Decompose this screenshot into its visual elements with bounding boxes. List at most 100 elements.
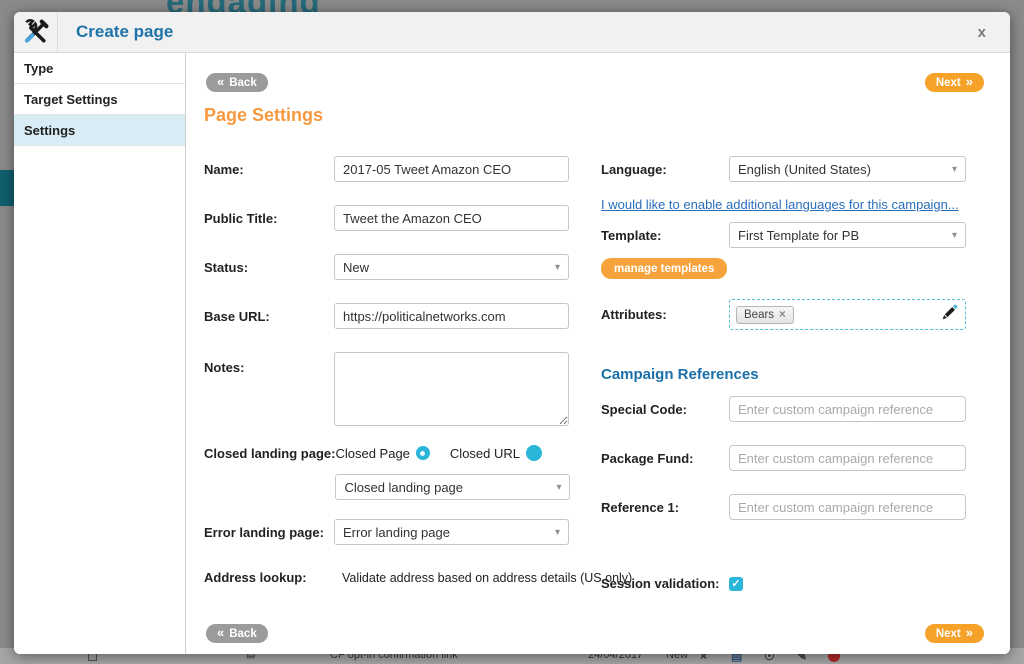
next-button-bottom[interactable]: Next » [925,624,984,643]
settings-panel: « Back Next » Page Settings Name: [186,53,1010,654]
error-landing-row: Error landing page: Error landing page ▾ [204,519,599,545]
chevron-right-icon: » [966,626,973,639]
right-form-column: Language: English (United States) ▾ I wo… [601,156,986,591]
campaign-references-heading: Campaign References [601,366,759,383]
chevron-left-icon: « [217,626,224,639]
special-code-row: Special Code: [601,396,986,422]
attributes-editor[interactable]: Bears × [729,299,966,330]
attributes-row: Attributes: Bears × [601,299,986,330]
package-fund-row: Package Fund: [601,445,986,471]
additional-languages-row: I would like to enable additional langua… [601,196,986,214]
dropdown-arrow-icon: ▾ [952,164,957,175]
status-row: Status: New ▾ [204,254,599,280]
left-form-column: Name: Public Title: Status: New ▾ [204,156,599,585]
back-button-top[interactable]: « Back [206,73,268,92]
template-row: Template: First Template for PB ▾ [601,222,986,248]
dropdown-arrow-icon: ▾ [555,527,560,538]
package-fund-input[interactable] [729,445,966,471]
reference-1-input[interactable] [729,494,966,520]
closed-page-option-label: Closed Page [335,446,409,461]
notes-label: Notes: [204,352,334,375]
status-select-value: New [343,260,369,275]
template-select[interactable]: First Template for PB ▾ [729,222,966,248]
closed-url-radio[interactable] [526,445,542,461]
template-label: Template: [601,228,729,243]
session-validation-checkbox[interactable] [729,577,743,591]
address-lookup-checkbox-label: Validate address based on address detail… [342,571,632,585]
manage-templates-button[interactable]: manage templates [601,258,727,279]
next-button-top[interactable]: Next » [925,73,984,92]
closed-landing-options: Closed Page Closed URL [335,444,570,462]
chevron-right-icon: » [966,75,973,88]
reference-1-label: Reference 1: [601,500,729,515]
pencil-icon[interactable] [940,303,959,327]
error-landing-label: Error landing page: [204,525,334,540]
attribute-tag-label: Bears [744,309,774,321]
language-select-value: English (United States) [738,162,871,177]
language-row: Language: English (United States) ▾ [601,156,986,182]
closed-landing-controls: Closed Page Closed URL Closed landing pa… [335,444,570,500]
attributes-label: Attributes: [601,307,729,322]
sidebar-item-target-settings[interactable]: Target Settings [14,84,185,115]
sidebar-item-type[interactable]: Type [14,53,185,84]
create-page-dialog: Create page x Type Target Settings Setti… [14,12,1010,654]
closed-landing-select-value: Closed landing page [344,480,463,495]
back-label: Back [229,628,257,640]
reference-1-row: Reference 1: [601,494,986,520]
status-label: Status: [204,260,334,275]
notes-textarea[interactable] [334,352,569,426]
dropdown-arrow-icon: ▾ [952,230,957,241]
closed-landing-row: Closed landing page: Closed Page Closed … [204,444,599,500]
base-url-input[interactable] [334,303,569,329]
next-label: Next [936,77,961,89]
session-validation-row: Session validation: [601,576,986,591]
sidebar-item-settings[interactable]: Settings [14,115,185,146]
background-teal-tab [0,170,14,206]
base-url-row: Base URL: [204,303,599,329]
name-input[interactable] [334,156,569,182]
session-validation-label: Session validation: [601,576,729,591]
name-label: Name: [204,162,334,177]
name-row: Name: [204,156,599,182]
base-url-label: Base URL: [204,309,334,324]
attribute-tag: Bears × [736,306,794,324]
address-lookup-label: Address lookup: [204,570,334,585]
next-label: Next [936,628,961,640]
dialog-title: Create page [58,22,173,42]
notes-row: Notes: [204,352,599,426]
closed-landing-label: Closed landing page: [204,444,335,461]
error-landing-select[interactable]: Error landing page ▾ [334,519,569,545]
special-code-input[interactable] [729,396,966,422]
special-code-label: Special Code: [601,402,729,417]
remove-tag-icon[interactable]: × [779,309,786,321]
close-icon[interactable]: x [978,25,986,40]
screen: engaging ▤ CF opt-in confirmation link 2… [0,0,1024,664]
dropdown-arrow-icon: ▾ [555,262,560,273]
template-select-value: First Template for PB [738,228,859,243]
dropdown-arrow-icon: ▾ [556,482,561,493]
dialog-body: Type Target Settings Settings « Back Nex… [14,53,1010,654]
package-fund-label: Package Fund: [601,451,729,466]
language-label: Language: [601,162,729,177]
public-title-label: Public Title: [204,211,334,226]
back-label: Back [229,77,257,89]
language-select[interactable]: English (United States) ▾ [729,156,966,182]
dialog-header: Create page x [14,12,1010,53]
public-title-row: Public Title: [204,205,599,231]
error-landing-select-value: Error landing page [343,525,450,540]
bottom-nav-bar: « Back Next » [206,624,984,643]
closed-landing-select[interactable]: Closed landing page ▾ [335,474,570,500]
manage-templates-row: manage templates [601,258,986,279]
address-lookup-row: Address lookup: Validate address based o… [204,570,599,585]
status-select[interactable]: New ▾ [334,254,569,280]
tools-icon [14,12,58,52]
wizard-steps-sidebar: Type Target Settings Settings [14,53,186,654]
additional-languages-link[interactable]: I would like to enable additional langua… [601,197,959,212]
closed-url-option-label: Closed URL [450,446,520,461]
closed-page-radio[interactable] [416,446,430,460]
chevron-left-icon: « [217,75,224,88]
back-button-bottom[interactable]: « Back [206,624,268,643]
page-title: Page Settings [204,105,323,126]
top-nav-bar: « Back Next » [206,73,984,92]
public-title-input[interactable] [334,205,569,231]
